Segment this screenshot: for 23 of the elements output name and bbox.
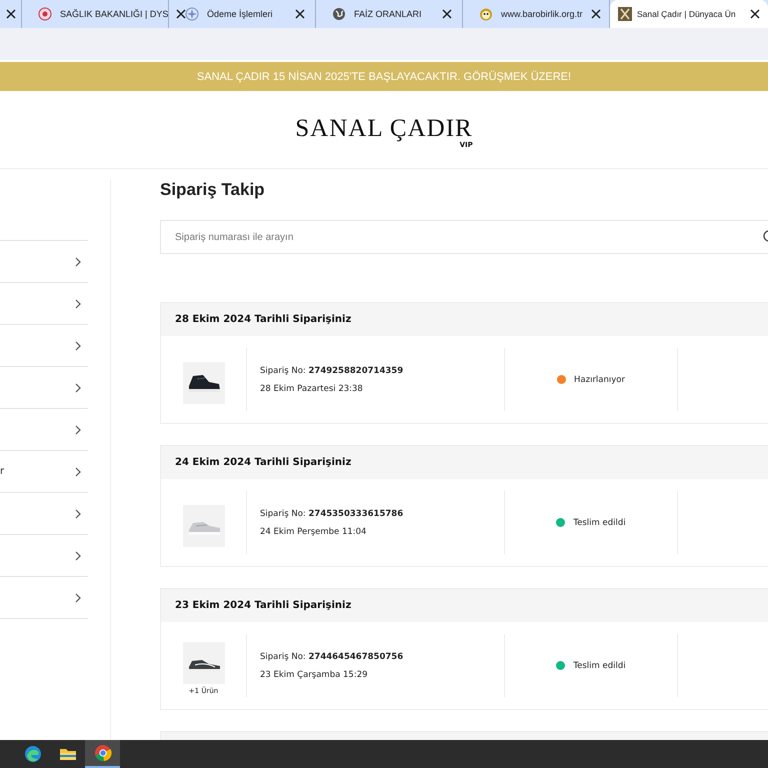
order-number: Sipariş No: 2744645467850756 <box>260 652 404 662</box>
status-label: Teslim edildi <box>573 660 626 670</box>
order-heading: 24 Ekim 2024 Tarihli Siparişiniz <box>175 457 352 468</box>
order-number: Sipariş No: 2745350333615786 <box>260 508 404 518</box>
order-number: Sipariş No: 2749258820714359 <box>260 366 404 376</box>
logo-text[interactable]: SANAL ÇADIR <box>295 116 473 141</box>
tab-title: FAİZ ORANLARI <box>354 9 423 19</box>
browser-tab[interactable]: Sanal Çadır | Dünyaca Ün <box>610 0 768 28</box>
status-label: Teslim edildi <box>573 518 626 528</box>
order-heading: 23 Ekim 2024 Tarihli Siparişiniz <box>175 600 352 611</box>
tab-title: SAĞLIK BAKANLIĞI | DYS <box>60 9 168 19</box>
tab-title: Sanal Çadır | Dünyaca Ün <box>637 9 737 19</box>
search-field[interactable]: Sipariş numarası ile arayın <box>160 220 768 254</box>
page-title: Sipariş Takip <box>160 180 266 200</box>
order-heading: 28 Ekim 2024 Tarihli Siparişiniz <box>175 314 352 325</box>
status-label: Hazırlanıyor <box>574 374 625 384</box>
announcement-banner: SANAL ÇADIR 15 NİSAN 2025'TE BAŞLAYACAKTIR. GÖRÜŞMEK ÜZERE! <box>0 62 768 91</box>
order-date: 28 Ekim Pazartesi 23:38 <box>260 384 364 394</box>
sidebar-item[interactable]: r <box>0 451 88 493</box>
order-date: 24 Ekim Perşembe 11:04 <box>260 526 368 536</box>
order-date: 23 Ekim Çarşamba 15:29 <box>260 670 369 680</box>
tab-title: www.barobirlik.org.tr <box>501 9 583 19</box>
tab-title: Ödeme İşlemleri <box>207 9 274 19</box>
